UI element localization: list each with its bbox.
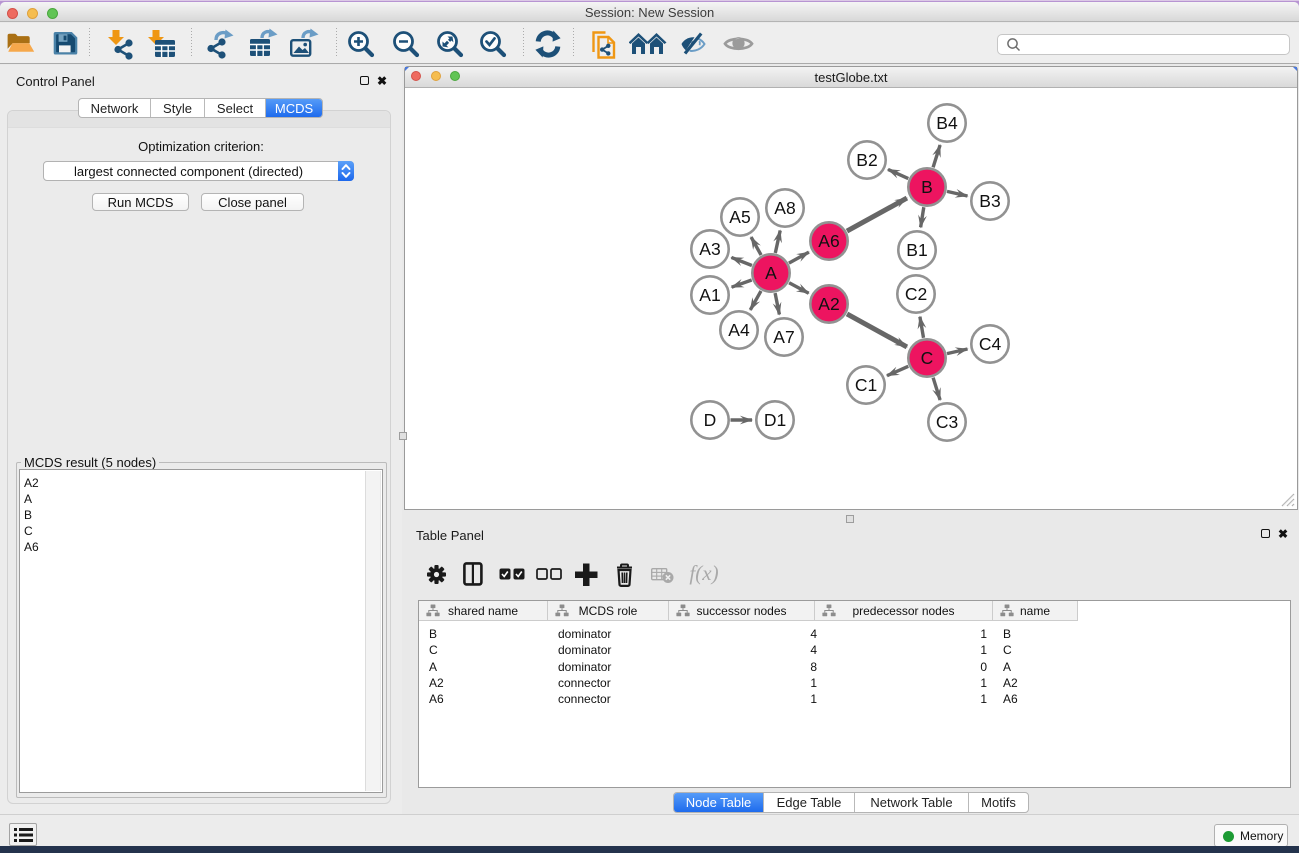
svg-text:C: C [921,348,934,368]
svg-text:C4: C4 [979,334,1002,354]
svg-text:B4: B4 [936,113,958,133]
svg-text:C2: C2 [905,284,927,304]
svg-text:A1: A1 [699,285,720,305]
svg-text:A7: A7 [773,327,794,347]
svg-text:A3: A3 [699,239,720,259]
svg-text:A4: A4 [728,320,750,340]
svg-text:B1: B1 [906,240,927,260]
svg-text:C3: C3 [936,412,958,432]
svg-text:A: A [765,263,777,283]
svg-text:A5: A5 [729,207,750,227]
svg-text:D1: D1 [764,410,786,430]
svg-text:A2: A2 [818,294,839,314]
svg-text:B2: B2 [856,150,877,170]
svg-text:B3: B3 [979,191,1000,211]
svg-text:D: D [704,410,717,430]
svg-text:C1: C1 [855,375,877,395]
svg-text:B: B [921,177,933,197]
svg-text:A6: A6 [818,231,839,251]
svg-text:A8: A8 [774,198,795,218]
